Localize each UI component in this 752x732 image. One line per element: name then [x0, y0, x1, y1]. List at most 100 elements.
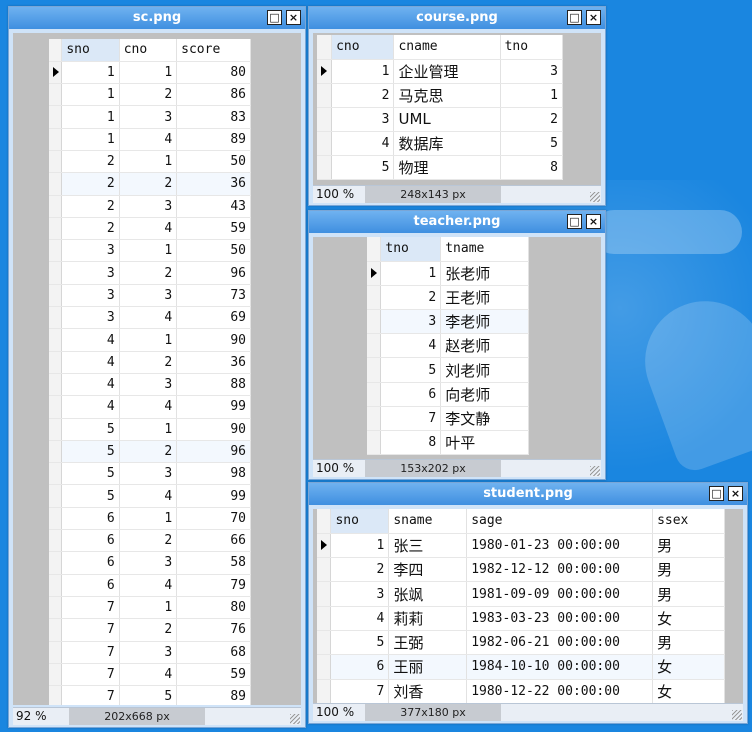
- sc-cell-cno[interactable]: 1: [119, 61, 178, 85]
- sc-cell-cno[interactable]: 3: [119, 284, 178, 308]
- table-row[interactable]: 5 王弼 1982-06-21 00:00:00 男: [317, 630, 725, 656]
- row-selector[interactable]: [49, 641, 63, 664]
- row-selector[interactable]: [49, 128, 63, 151]
- sc-titlebar[interactable]: sc.png □ ×: [9, 7, 305, 29]
- sc-cell-sno[interactable]: 5: [61, 440, 120, 464]
- row-selector[interactable]: [49, 284, 63, 308]
- sc-cell-score[interactable]: 83: [176, 105, 251, 129]
- sc-cell-score[interactable]: 59: [176, 663, 251, 687]
- table-row[interactable]: 2 3 43: [49, 195, 251, 218]
- table-row[interactable]: 3 张飒 1981-09-09 00:00:00 男: [317, 581, 725, 607]
- row-selector[interactable]: [367, 382, 382, 407]
- sc-cell-sno[interactable]: 5: [61, 484, 120, 508]
- row-selector[interactable]: [49, 195, 63, 218]
- course-maximize-button[interactable]: □: [567, 10, 582, 25]
- table-row[interactable]: 4 赵老师: [367, 333, 529, 359]
- row-selector[interactable]: [49, 150, 63, 174]
- sc-cell-score[interactable]: 68: [176, 641, 251, 664]
- student-cell-sno[interactable]: 5: [330, 630, 390, 656]
- row-selector[interactable]: [49, 306, 63, 330]
- teacher-cell-tname[interactable]: 王老师: [440, 285, 529, 311]
- sc-cell-score[interactable]: 98: [176, 462, 251, 486]
- student-cell-sno[interactable]: 2: [330, 557, 390, 583]
- course-cell-cno[interactable]: 2: [331, 83, 395, 108]
- student-cell-sage[interactable]: 1980-01-23 00:00:00: [466, 533, 654, 559]
- sc-cell-sno[interactable]: 3: [61, 239, 120, 263]
- row-selector[interactable]: [367, 406, 382, 432]
- table-row[interactable]: 5 1 90: [49, 418, 251, 441]
- teacher-cell-tno[interactable]: 5: [380, 357, 442, 383]
- row-selector[interactable]: [317, 59, 333, 84]
- student-cell-sname[interactable]: 李四: [388, 557, 468, 583]
- sc-cell-sno[interactable]: 4: [61, 373, 120, 397]
- sc-cell-sno[interactable]: 6: [61, 529, 120, 553]
- student-cell-sage[interactable]: 1982-12-12 00:00:00: [466, 557, 654, 583]
- row-selector[interactable]: [317, 533, 332, 559]
- teacher-titlebar[interactable]: teacher.png □ ×: [309, 211, 605, 233]
- sc-cell-cno[interactable]: 2: [119, 351, 178, 374]
- sc-cell-cno[interactable]: 3: [119, 462, 178, 486]
- sc-cell-cno[interactable]: 1: [119, 507, 178, 531]
- course-cell-tno[interactable]: 1: [500, 83, 564, 108]
- sc-cell-cno[interactable]: 3: [119, 195, 178, 218]
- sc-cell-sno[interactable]: 2: [61, 217, 120, 241]
- table-row[interactable]: 6 王丽 1984-10-10 00:00:00 女: [317, 654, 725, 680]
- row-selector[interactable]: [49, 351, 63, 374]
- course-cell-cname[interactable]: 马克思: [393, 83, 501, 108]
- sc-cell-cno[interactable]: 1: [119, 596, 178, 620]
- table-row[interactable]: 5 物理 8: [317, 155, 564, 180]
- sc-cell-score[interactable]: 80: [176, 596, 251, 620]
- row-selector[interactable]: [49, 61, 63, 85]
- table-row[interactable]: 7 刘香 1980-12-22 00:00:00 女: [317, 679, 725, 703]
- table-row[interactable]: 8 叶平: [367, 430, 529, 456]
- sc-cell-cno[interactable]: 4: [119, 217, 178, 241]
- student-cell-sage[interactable]: 1984-10-10 00:00:00: [466, 654, 654, 680]
- row-selector[interactable]: [49, 462, 63, 486]
- table-row[interactable]: 2 1 50: [49, 150, 251, 174]
- row-selector[interactable]: [367, 261, 382, 286]
- row-selector[interactable]: [317, 107, 333, 132]
- sc-cell-cno[interactable]: 1: [119, 418, 178, 441]
- row-selector[interactable]: [317, 679, 332, 703]
- row-selector[interactable]: [367, 285, 382, 311]
- row-selector[interactable]: [49, 83, 63, 107]
- sc-cell-sno[interactable]: 7: [61, 685, 120, 705]
- row-selector[interactable]: [317, 654, 332, 680]
- row-selector[interactable]: [49, 105, 63, 129]
- course-zoom-level[interactable]: 100 %: [316, 187, 354, 201]
- row-selector[interactable]: [49, 618, 63, 642]
- row-selector[interactable]: [49, 551, 63, 575]
- sc-cell-score[interactable]: 76: [176, 618, 251, 642]
- student-cell-sage[interactable]: 1981-09-09 00:00:00: [466, 581, 654, 607]
- sc-cell-cno[interactable]: 2: [119, 83, 178, 107]
- table-row[interactable]: 3 1 50: [49, 239, 251, 263]
- course-cell-cno[interactable]: 3: [331, 107, 395, 132]
- student-column-header-sage[interactable]: sage: [466, 509, 654, 534]
- sc-cell-score[interactable]: 59: [176, 217, 251, 241]
- table-row[interactable]: 3 UML 2: [317, 107, 564, 132]
- student-zoom-level[interactable]: 100 %: [316, 705, 354, 719]
- table-row[interactable]: 7 2 76: [49, 618, 251, 642]
- teacher-cell-tname[interactable]: 李老师: [440, 309, 529, 335]
- sc-cell-score[interactable]: 36: [176, 172, 251, 196]
- teacher-cell-tno[interactable]: 6: [380, 382, 442, 407]
- table-row[interactable]: 5 4 99: [49, 484, 251, 508]
- teacher-cell-tname[interactable]: 赵老师: [440, 333, 529, 359]
- course-cell-tno[interactable]: 5: [500, 131, 564, 156]
- course-cell-cname[interactable]: UML: [393, 107, 501, 132]
- sc-cell-sno[interactable]: 5: [61, 418, 120, 441]
- table-row[interactable]: 7 5 89: [49, 685, 251, 705]
- sc-cell-score[interactable]: 43: [176, 195, 251, 218]
- student-cell-sage[interactable]: 1983-03-23 00:00:00: [466, 606, 654, 631]
- row-selector[interactable]: [317, 131, 333, 156]
- sc-close-button[interactable]: ×: [286, 10, 301, 25]
- student-cell-sname[interactable]: 张三: [388, 533, 468, 559]
- student-cell-sname[interactable]: 张飒: [388, 581, 468, 607]
- row-selector[interactable]: [317, 630, 332, 656]
- row-selector[interactable]: [49, 395, 63, 419]
- student-cell-sno[interactable]: 4: [330, 606, 390, 631]
- sc-cell-sno[interactable]: 6: [61, 574, 120, 597]
- teacher-column-header-tname[interactable]: tname: [440, 237, 529, 262]
- table-row[interactable]: 6 2 66: [49, 529, 251, 553]
- course-cell-tno[interactable]: 3: [500, 59, 564, 84]
